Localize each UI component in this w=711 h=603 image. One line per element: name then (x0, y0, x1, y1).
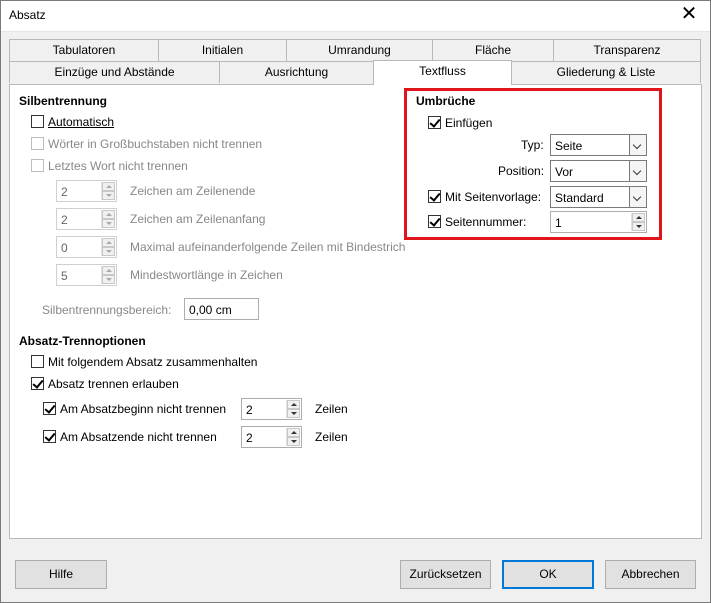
automatisch-label-text: Automatisch (48, 115, 115, 129)
seitennummer-checkbox[interactable] (428, 215, 441, 228)
zeilenende-spin[interactable]: 2 (56, 180, 117, 202)
zeilenanfang-value: 2 (61, 213, 68, 227)
chevron-down-icon[interactable] (629, 187, 646, 207)
typ-select[interactable]: Seite (550, 134, 647, 156)
letztes-wort-checkbox[interactable] (31, 159, 44, 172)
spin-arrows (286, 428, 300, 446)
silbentrennung-heading: Silbentrennung (19, 94, 107, 108)
spin-up-icon[interactable] (287, 428, 300, 437)
tab-transparenz[interactable]: Transparenz (553, 39, 701, 61)
umbrueche-heading: Umbrüche (416, 94, 476, 108)
tab-panel: Silbentrennung Automatisch Wörter in Gro… (9, 84, 702, 539)
spin-down-icon[interactable] (287, 437, 300, 446)
tab-flaeche[interactable]: Fläche (432, 39, 554, 61)
einfuegen-label: Einfügen (445, 116, 493, 130)
position-value: Vor (555, 165, 574, 179)
seitenvorlage-label: Mit Seitenvorlage: (445, 190, 542, 204)
chevron-down-icon[interactable] (629, 161, 646, 181)
hilfe-button[interactable]: Hilfe (15, 560, 107, 589)
seitennummer-value: 1 (555, 216, 562, 230)
position-label: Position: (498, 164, 545, 178)
tab-initialen[interactable]: Initialen (158, 39, 287, 61)
max-zeilen-value: 0 (61, 241, 68, 255)
automatisch-label: Automatisch (48, 115, 114, 129)
max-zeilen-spin[interactable]: 0 (56, 236, 117, 258)
tab-ausrichtung[interactable]: Ausrichtung (219, 61, 374, 83)
zeilenanfang-label: Zeichen am Zeilenanfang (130, 212, 266, 226)
typ-value: Seite (555, 139, 583, 153)
seitenvorlage-checkbox[interactable] (428, 190, 441, 203)
tab-einzuege[interactable]: Einzüge und Abstände (9, 61, 220, 83)
grossbuchstaben-checkbox[interactable] (31, 137, 44, 150)
absatzbeginn-unit: Zeilen (315, 402, 348, 416)
spin-down-icon[interactable] (102, 275, 115, 284)
zusammenhalten-label: Mit folgendem Absatz zusammenhalten (48, 355, 258, 369)
spin-down-icon[interactable] (102, 247, 115, 256)
grossbuchstaben-label: Wörter in Großbuchstaben nicht trennen (48, 137, 263, 151)
mindestwortlaenge-label: Mindestwortlänge in Zeichen (130, 268, 283, 282)
trennoptionen-heading: Absatz-Trennoptionen (19, 334, 146, 348)
spin-arrows (631, 213, 645, 231)
spin-up-icon[interactable] (102, 182, 115, 191)
chevron-down-icon[interactable] (629, 135, 646, 155)
seitennummer-label: Seitennummer: (445, 215, 527, 229)
absatzende-unit: Zeilen (315, 430, 348, 444)
spin-arrows (101, 182, 115, 200)
max-zeilen-label: Maximal aufeinanderfolgende Zeilen mit B… (130, 240, 406, 254)
spin-up-icon[interactable] (102, 266, 115, 275)
zeilenende-label: Zeichen am Zeilenende (130, 184, 256, 198)
ok-button[interactable]: OK (502, 560, 594, 589)
absatzbeginn-value: 2 (246, 403, 253, 417)
bereich-label: Silbentrennungsbereich: (42, 303, 172, 317)
einfuegen-checkbox[interactable] (428, 116, 441, 129)
spin-down-icon[interactable] (632, 222, 645, 231)
automatisch-checkbox[interactable] (31, 115, 44, 128)
mindestwortlaenge-spin[interactable]: 5 (56, 264, 117, 286)
spin-down-icon[interactable] (102, 219, 115, 228)
spin-down-icon[interactable] (102, 191, 115, 200)
bereich-input[interactable]: 0,00 cm (184, 298, 259, 320)
trennen-erlauben-checkbox[interactable] (31, 377, 44, 390)
spin-up-icon[interactable] (632, 213, 645, 222)
seitenvorlage-value: Standard (555, 191, 604, 205)
tab-gliederung[interactable]: Gliederung & Liste (511, 61, 701, 83)
title-bar: Absatz ✕ (0, 0, 711, 32)
spin-up-icon[interactable] (102, 210, 115, 219)
absatzbeginn-spin[interactable]: 2 (241, 398, 302, 420)
letztes-wort-label: Letztes Wort nicht trennen (48, 159, 188, 173)
abbrechen-button[interactable]: Abbrechen (605, 560, 696, 589)
absatzbeginn-label: Am Absatzbeginn nicht trennen (60, 402, 227, 416)
spin-arrows (101, 266, 115, 284)
window-title: Absatz (9, 8, 46, 22)
absatzende-checkbox[interactable] (43, 430, 56, 443)
position-select[interactable]: Vor (550, 160, 647, 182)
mindestwortlaenge-value: 5 (61, 269, 68, 283)
zeilenende-value: 2 (61, 185, 68, 199)
spin-arrows (286, 400, 300, 418)
tab-textfluss[interactable]: Textfluss (373, 60, 512, 85)
spin-down-icon[interactable] (287, 409, 300, 418)
spin-up-icon[interactable] (102, 238, 115, 247)
zuruecksetzen-button[interactable]: Zurücksetzen (400, 560, 491, 589)
absatzbeginn-checkbox[interactable] (43, 402, 56, 415)
tab-tabulatoren[interactable]: Tabulatoren (9, 39, 159, 61)
spin-arrows (101, 238, 115, 256)
seitennummer-spin[interactable]: 1 (550, 211, 647, 233)
close-icon[interactable]: ✕ (677, 4, 701, 24)
absatzende-label: Am Absatzende nicht trennen (60, 430, 217, 444)
tab-umrandung[interactable]: Umrandung (286, 39, 433, 61)
trennen-erlauben-label: Absatz trennen erlauben (48, 377, 179, 391)
typ-label: Typ: (521, 138, 544, 152)
seitenvorlage-select[interactable]: Standard (550, 186, 647, 208)
spin-arrows (101, 210, 115, 228)
zeilenanfang-spin[interactable]: 2 (56, 208, 117, 230)
absatzende-value: 2 (246, 431, 253, 445)
bereich-value: 0,00 cm (189, 303, 232, 317)
spin-up-icon[interactable] (287, 400, 300, 409)
absatzende-spin[interactable]: 2 (241, 426, 302, 448)
zusammenhalten-checkbox[interactable] (31, 355, 44, 368)
